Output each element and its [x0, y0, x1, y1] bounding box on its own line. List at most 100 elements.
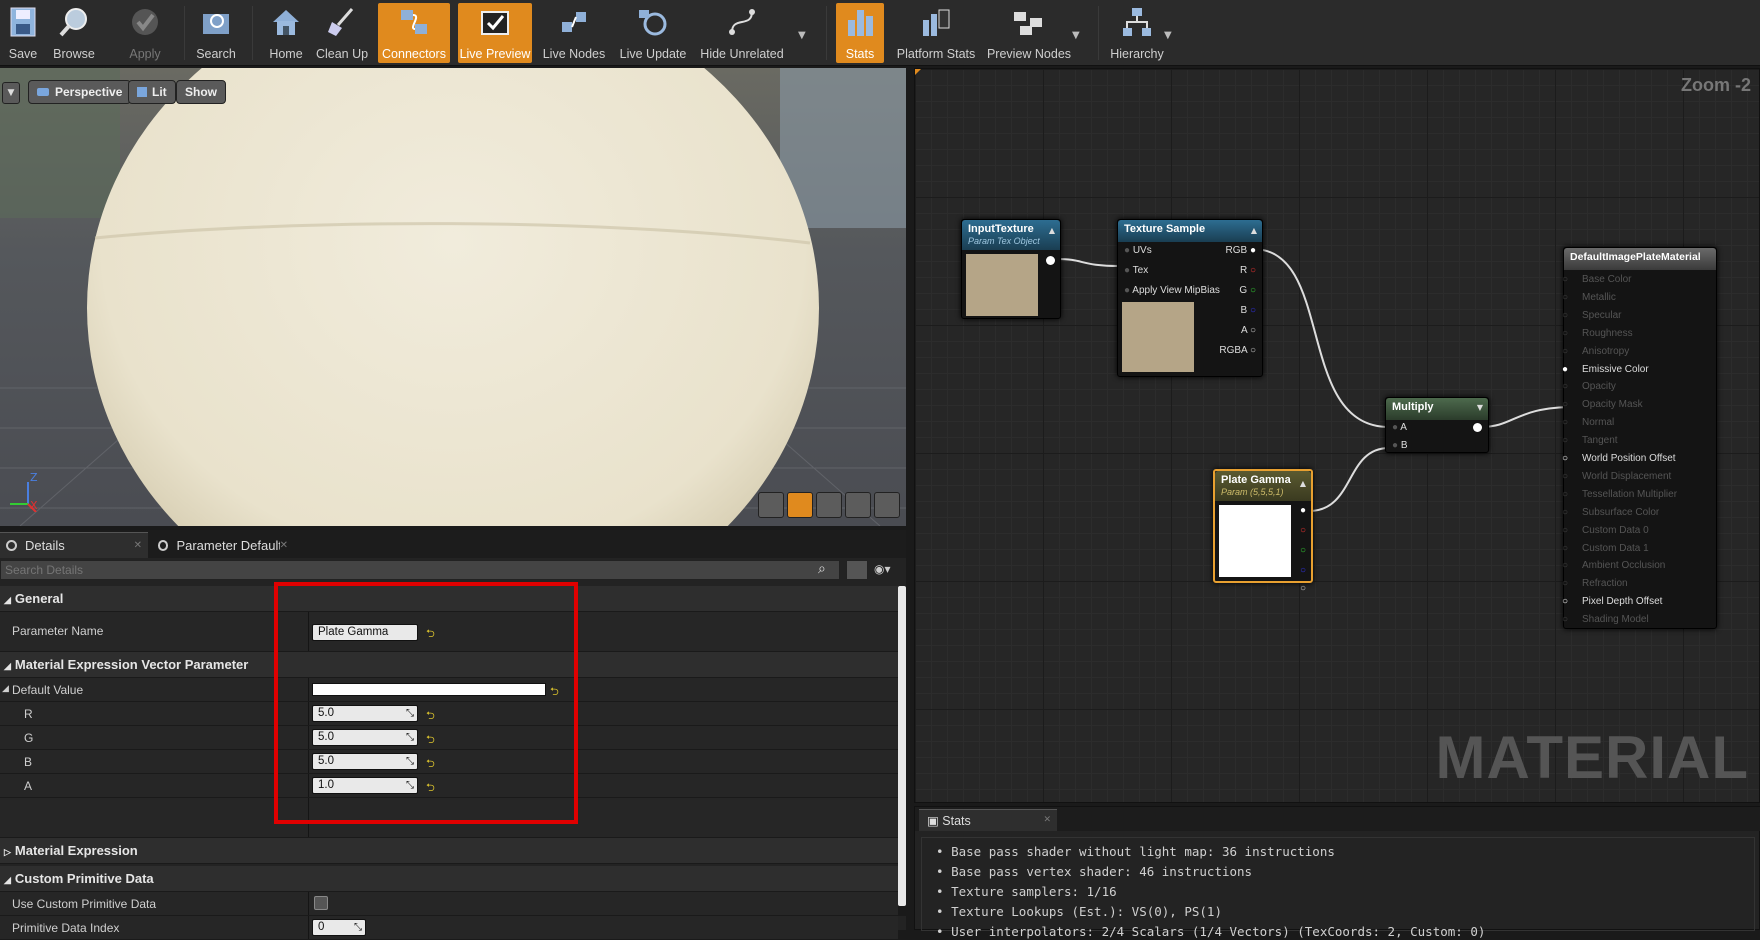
node-texture-sample[interactable]: Texture Sample ▲ ● UVs ● Tex ● Apply Vie…	[1117, 219, 1263, 377]
save-button[interactable]: Save	[4, 3, 42, 63]
material-pin-dot[interactable]: ○	[1562, 543, 1568, 554]
cylinder-mesh-button[interactable]	[758, 492, 784, 518]
material-pin-dot[interactable]: ○	[1562, 274, 1568, 285]
live-update-button[interactable]: Live Update	[618, 3, 688, 63]
material-pin[interactable]: Roughness	[1582, 328, 1633, 339]
material-pin-dot[interactable]: ○	[1562, 292, 1568, 303]
sphere-mesh-button[interactable]	[787, 492, 813, 518]
show-button[interactable]: Show	[176, 80, 226, 104]
lit-button[interactable]: Lit	[128, 80, 176, 104]
material-pin-dot[interactable]: ○	[1562, 507, 1568, 518]
home-button[interactable]: Home	[266, 3, 306, 63]
material-pin-dot[interactable]: ○	[1562, 310, 1568, 321]
material-pin[interactable]: Shading Model	[1582, 614, 1649, 625]
material-pin[interactable]: Tessellation Multiplier	[1582, 489, 1677, 500]
material-pin[interactable]: Ambient Occlusion	[1582, 560, 1665, 571]
preview-viewport[interactable]: ▼ Perspective Lit Show Z X	[0, 68, 906, 526]
material-pin-dot[interactable]: ○	[1562, 417, 1568, 428]
viewport-options-dropdown[interactable]: ▼	[2, 82, 20, 104]
material-pin-dot[interactable]: ○	[1562, 471, 1568, 482]
tab-parameter-defaults[interactable]: Parameter Defaults ✕	[152, 532, 294, 558]
hierarchy-dropdown[interactable]: ▼	[1164, 30, 1172, 41]
material-pin-dot[interactable]: ●	[1562, 364, 1568, 375]
output-pin[interactable]	[1473, 423, 1482, 432]
node-input-texture[interactable]: InputTexture Param Tex Object ▲	[961, 219, 1061, 319]
material-pin[interactable]: World Displacement	[1582, 471, 1671, 482]
use-custom-primitive-checkbox[interactable]	[314, 896, 328, 910]
platform-stats-icon	[918, 3, 954, 41]
material-pin[interactable]: Opacity	[1582, 381, 1616, 392]
perspective-button[interactable]: Perspective	[28, 80, 132, 104]
material-pin-dot[interactable]: ○	[1562, 399, 1568, 410]
stats-button[interactable]: Stats	[836, 3, 884, 63]
material-pin-dot[interactable]: ○	[1562, 596, 1568, 607]
material-pin[interactable]: Base Color	[1582, 274, 1631, 285]
preview-nodes-dropdown[interactable]: ▼	[1072, 30, 1080, 41]
tab-details[interactable]: Details ✕	[0, 532, 148, 558]
close-icon[interactable]: ✕	[134, 540, 142, 551]
hierarchy-button[interactable]: Hierarchy	[1110, 3, 1164, 63]
apply-button[interactable]: Apply	[122, 3, 168, 63]
material-pin[interactable]: Opacity Mask	[1582, 399, 1643, 410]
material-pin-dot[interactable]: ○	[1562, 560, 1568, 571]
material-pin[interactable]: Anisotropy	[1582, 346, 1629, 357]
a-label: A	[24, 779, 33, 793]
visibility-eye-icon[interactable]: ◉▾	[874, 562, 891, 576]
material-pin-dot[interactable]: ○	[1562, 614, 1568, 625]
browse-button[interactable]: Browse	[48, 3, 100, 63]
node-multiply[interactable]: Multiply ▼ ● A ● B	[1385, 397, 1489, 453]
collapse-arrow-icon[interactable]: ▲	[1251, 226, 1257, 235]
material-pin[interactable]: Metallic	[1582, 292, 1616, 303]
preview-nodes-button[interactable]: Preview Nodes	[987, 3, 1071, 63]
tab-stats[interactable]: ▣ Stats ✕	[919, 809, 1057, 831]
plane-mesh-button[interactable]	[816, 492, 842, 518]
material-pin[interactable]: Subsurface Color	[1582, 507, 1659, 518]
broom-icon	[324, 3, 360, 41]
material-pin[interactable]: Custom Data 0	[1582, 525, 1649, 536]
close-icon[interactable]: ✕	[1043, 814, 1051, 825]
clean-up-button[interactable]: Clean Up	[314, 3, 370, 63]
material-graph[interactable]: Zoom -2 MATERIAL InputTexture Param Tex …	[914, 68, 1760, 803]
material-pin[interactable]: Emissive Color	[1582, 364, 1649, 375]
material-pin[interactable]: Tangent	[1582, 435, 1618, 446]
material-pin[interactable]: Custom Data 1	[1582, 543, 1649, 554]
node-plate-gamma[interactable]: Plate Gamma Param (5,5,5,1) ▲ ● ○ ○ ○ ○	[1213, 469, 1313, 594]
collapse-arrow-icon[interactable]: ▼	[1477, 403, 1483, 412]
texture-thumbnail	[966, 254, 1038, 316]
details-scrollbar[interactable]	[898, 586, 906, 916]
property-matrix-button[interactable]	[846, 560, 868, 580]
parameter-name-label: Parameter Name	[12, 624, 104, 638]
custom-mesh-button[interactable]	[874, 492, 900, 518]
material-pin-dot[interactable]: ○	[1562, 578, 1568, 589]
material-pin-dot[interactable]: ○	[1562, 489, 1568, 500]
category-material-expression[interactable]: ▷ Material Expression	[0, 838, 898, 864]
primitive-data-index-input[interactable]: 0 ⤡	[312, 919, 366, 936]
live-preview-button[interactable]: Live Preview	[458, 3, 532, 63]
node-material-result[interactable]: DefaultImagePlateMaterial Base Color ○ Met…	[1562, 247, 1717, 629]
primitive-data-index-label: Primitive Data Index	[12, 921, 120, 935]
hide-unrelated-dropdown[interactable]: ▼	[798, 30, 806, 41]
material-pin-dot[interactable]: ○	[1562, 525, 1568, 536]
material-pin-dot[interactable]: ○	[1562, 435, 1568, 446]
category-custom-primitive-data[interactable]: ◢ Custom Primitive Data	[0, 866, 898, 892]
material-pin[interactable]: Specular	[1582, 310, 1621, 321]
collapse-arrow-icon[interactable]: ▲	[1049, 226, 1055, 235]
material-pin-dot[interactable]: ○	[1562, 453, 1568, 464]
search-button[interactable]: Search	[194, 3, 238, 63]
output-pin[interactable]	[1046, 256, 1055, 265]
connectors-button[interactable]: Connectors	[378, 3, 450, 63]
collapse-arrow-icon[interactable]: ▲	[1300, 479, 1306, 488]
material-pin-dot[interactable]: ○	[1562, 328, 1568, 339]
material-pin[interactable]: Normal	[1582, 417, 1614, 428]
live-nodes-button[interactable]: Live Nodes	[542, 3, 606, 63]
hide-unrelated-button[interactable]: Hide Unrelated	[700, 3, 784, 63]
material-pin-dot[interactable]: ○	[1562, 381, 1568, 392]
platform-stats-button[interactable]: Platform Stats	[896, 3, 976, 63]
material-pin[interactable]: Refraction	[1582, 578, 1628, 589]
search-details-input[interactable]	[0, 560, 840, 580]
material-pin[interactable]: Pixel Depth Offset	[1582, 596, 1662, 607]
material-pin[interactable]: World Position Offset	[1582, 453, 1676, 464]
material-pin-dot[interactable]: ○	[1562, 346, 1568, 357]
cube-mesh-button[interactable]	[845, 492, 871, 518]
close-icon[interactable]: ✕	[280, 540, 288, 551]
